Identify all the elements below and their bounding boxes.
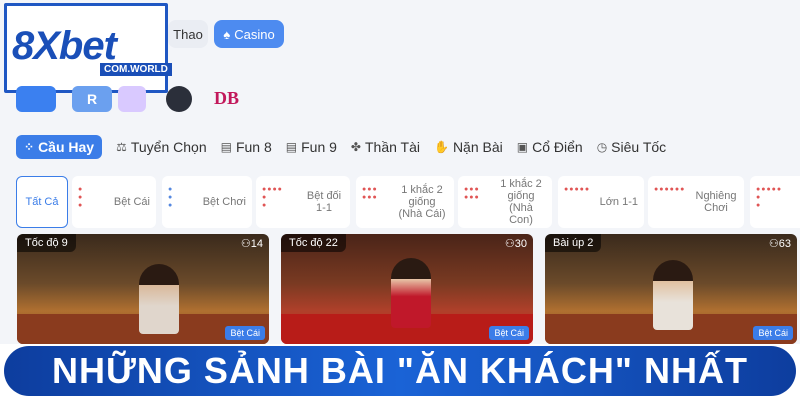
user-icon: ⚇ <box>768 238 779 250</box>
tab-casino-label: Casino <box>234 26 275 42</box>
category-nan-bai[interactable]: ✋ Nặn Bài <box>434 139 503 155</box>
provider-icon-2[interactable]: R <box>72 86 112 112</box>
filter-tat-ca[interactable]: Tất Cả <box>16 176 68 228</box>
category-label: Tuyển Chọn <box>130 139 207 155</box>
filter-nghieng-choi[interactable]: ●●●●●● Nghiêng Chơi <box>648 176 744 228</box>
scale-icon: ⚖ <box>116 140 127 154</box>
category-label: Cầu Hay <box>38 139 95 155</box>
filter-label: Lớn 1-1 <box>599 196 638 208</box>
game-card[interactable]: Bài úp 2 ⚇63 Bệt Cái <box>545 234 797 344</box>
roadmap-dots: ●●●●● <box>564 186 591 193</box>
player-count: ⚇30 <box>505 237 527 250</box>
filter-lon-1-1[interactable]: ●●●●● Lớn 1-1 <box>558 176 644 228</box>
table-name: Bài úp 2 <box>545 234 602 252</box>
logo-domain: COM.WORLD <box>100 63 172 76</box>
roadmap-dots: ●●●●●● <box>362 186 378 201</box>
card-icon: ▤ <box>220 140 232 154</box>
dealer-image <box>653 260 693 330</box>
tab-casino[interactable]: ♠ Casino <box>214 20 284 48</box>
filter-label: 1 khắc 2 giống (Nhà Con) <box>500 178 542 226</box>
roadmap-dots: ●●●●●● <box>262 186 283 209</box>
roadmap-dots: ●●●●●● <box>654 186 686 193</box>
promo-banner: NHỮNG SẢNH BÀI "ĂN KHÁCH" NHẤT <box>0 344 800 400</box>
category-label: Fun 9 <box>301 139 337 155</box>
status-badge: Bệt Cái <box>225 326 265 340</box>
filter-label: Bệt đối 1-1 <box>306 190 342 214</box>
category-label: Fun 8 <box>235 139 272 155</box>
filter-bet-choi[interactable]: ● ● ● Bệt Chơi <box>162 176 252 228</box>
filter-1-khac-2-nha-con[interactable]: ●●● ●●● 1 khắc 2 giống (Nhà Con) <box>458 176 552 228</box>
table-name: Tốc độ 22 <box>281 234 346 252</box>
roadmap-dots: ● ● ● <box>78 186 84 209</box>
category-co-dien[interactable]: ▣ Cổ Điển <box>517 139 583 155</box>
category-label: Nặn Bài <box>452 139 503 155</box>
dealer-image <box>391 258 431 328</box>
table-name: Tốc độ 9 <box>17 234 76 252</box>
category-label: Thần Tài <box>364 139 420 155</box>
player-count-value: 14 <box>250 238 263 250</box>
filter-1-khac-2-nha-cai[interactable]: ●●● ●●● 1 khắc 2 giống (Nhà Cái) <box>356 176 454 228</box>
player-count-value: 63 <box>778 238 791 250</box>
provider-icon-5[interactable]: DB <box>214 88 239 109</box>
category-nav: ⁘ Cầu Hay ⚖ Tuyển Chọn ▤ Fun 8 ▤ Fun 9 ✤ Thần… <box>0 132 800 162</box>
category-than-tai[interactable]: ✤ Thần Tài <box>351 139 420 155</box>
grid-icon: ⁘ <box>24 140 35 154</box>
game-card[interactable]: Tốc độ 9 ⚇14 Bệt Cái <box>17 234 269 344</box>
category-fun-9[interactable]: ▤ Fun 9 <box>286 139 337 155</box>
cards-icon: ▣ <box>516 140 529 154</box>
player-count-value: 30 <box>514 238 527 250</box>
provider-icon-3[interactable] <box>118 86 146 112</box>
user-icon: ⚇ <box>504 238 515 250</box>
card-icon: ▤ <box>285 140 298 154</box>
filter-label: Bệt Cái <box>113 196 150 208</box>
tab-thao[interactable]: Thao <box>168 20 208 48</box>
clover-icon: ✤ <box>350 140 361 154</box>
category-label: Siêu Tốc <box>611 139 667 155</box>
roadmap-dots: ●●●●● ● ● <box>756 186 783 209</box>
filter-label: 1 khắc 2 giống (Nhà Cái) <box>398 184 446 220</box>
provider-icon-4[interactable] <box>166 86 192 112</box>
hand-icon: ✋ <box>433 140 449 154</box>
roadmap-dots: ●●●●●● <box>464 186 480 201</box>
banner-title: NHỮNG SẢNH BÀI "ĂN KHÁCH" NHẤT <box>52 350 748 391</box>
filter-bet-doi[interactable]: ●●●● ● ● Bệt đối 1-1 <box>256 176 350 228</box>
category-sieu-toc[interactable]: ◷ Siêu Tốc <box>597 139 666 155</box>
user-icon: ⚇ <box>240 238 251 250</box>
tab-thao-label: Thao <box>173 26 203 42</box>
spade-icon: ♠ <box>223 26 231 42</box>
filter-label: Nghiêng Chơi <box>695 190 737 214</box>
player-count: ⚇14 <box>241 237 263 250</box>
filter-more[interactable]: ●●●●● ● ● <box>750 176 800 228</box>
filter-label: Bệt Chơi <box>202 196 246 208</box>
status-badge: Bệt Cái <box>753 326 793 340</box>
category-cau-hay[interactable]: ⁘ Cầu Hay <box>16 135 103 159</box>
player-count: ⚇63 <box>769 237 791 250</box>
game-card[interactable]: Tốc độ 22 ⚇30 Bệt Cái <box>281 234 533 344</box>
category-tuyen-chon[interactable]: ⚖ Tuyển Chọn <box>116 139 207 155</box>
roadmap-dots: ● ● ● <box>168 186 174 209</box>
status-badge: Bệt Cái <box>489 326 529 340</box>
filter-label: Tất Cả <box>25 196 59 208</box>
filter-bet-cai[interactable]: ● ● ● Bệt Cái <box>72 176 156 228</box>
provider-icon-1[interactable] <box>16 86 56 112</box>
category-label: Cổ Điển <box>532 139 583 155</box>
banner-pill: NHỮNG SẢNH BÀI "ĂN KHÁCH" NHẤT <box>4 346 796 396</box>
clock-icon: ◷ <box>596 140 608 154</box>
dealer-image <box>139 264 179 334</box>
category-fun-8[interactable]: ▤ Fun 8 <box>221 139 272 155</box>
